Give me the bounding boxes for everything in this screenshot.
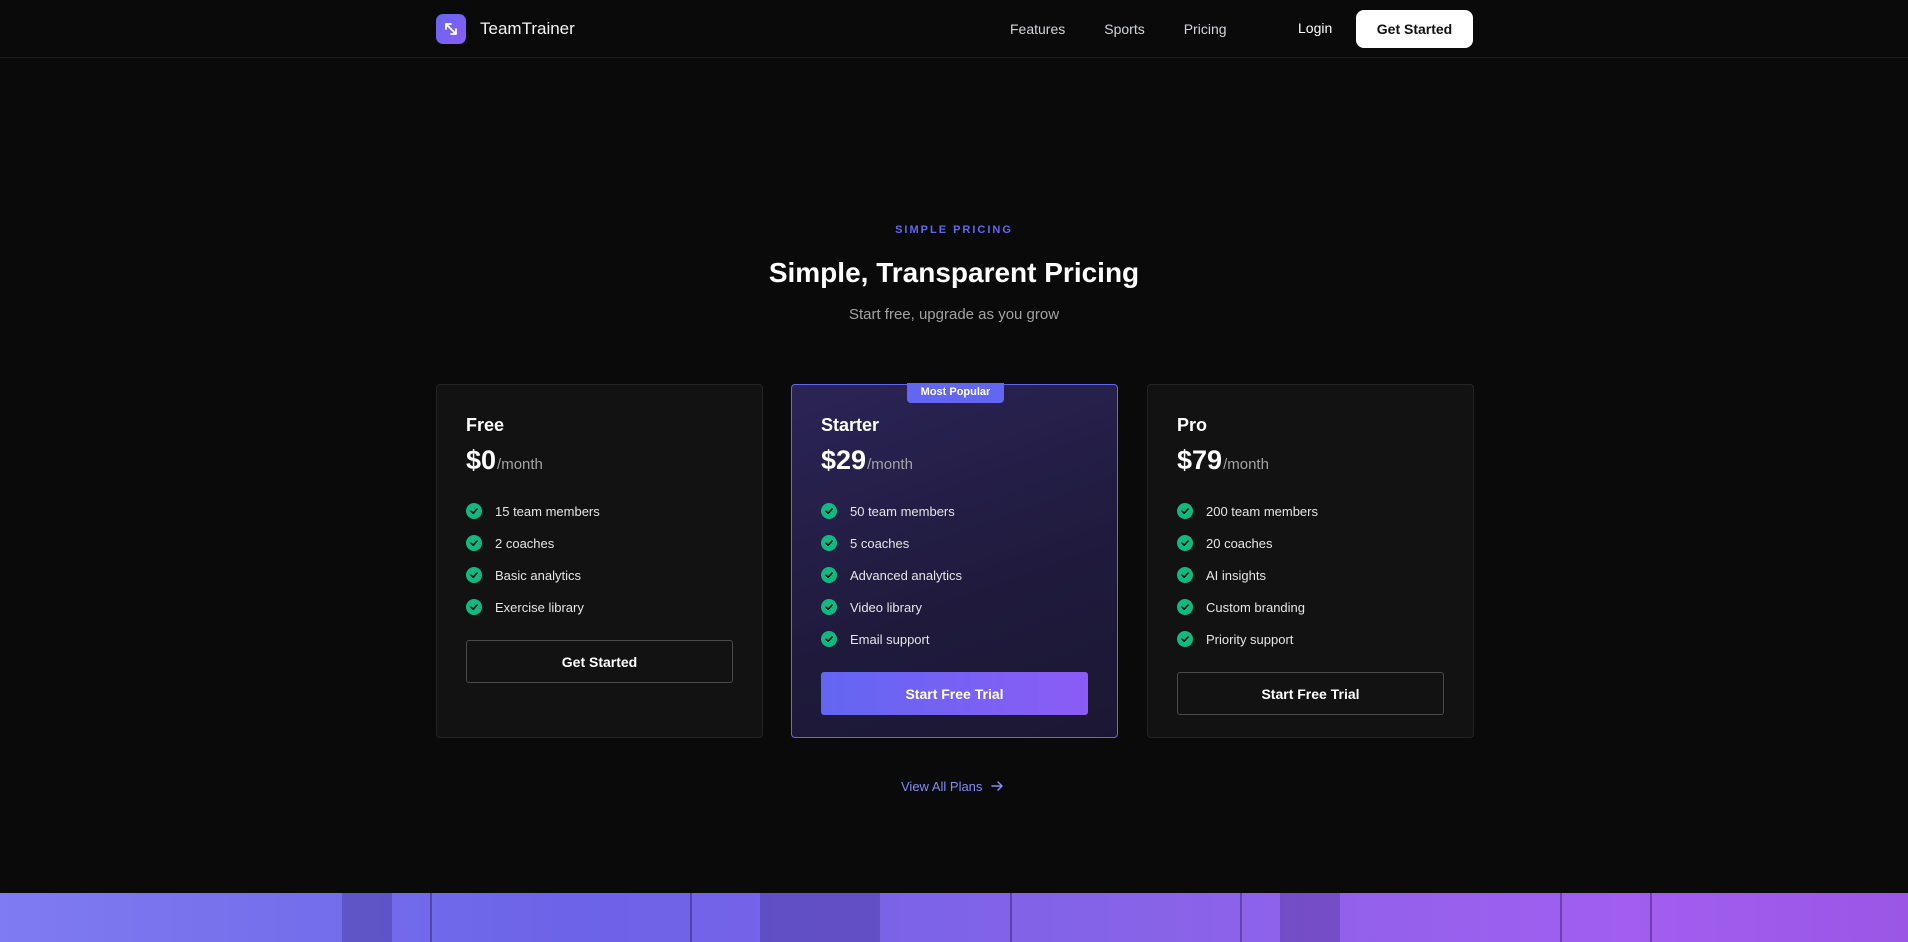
expand-arrows-icon [436, 14, 466, 44]
hero-image-band [0, 893, 1908, 942]
check-circle-icon [1177, 503, 1193, 519]
check-circle-icon [1177, 599, 1193, 615]
feature-list: 15 team members 2 coaches Basic analytic… [466, 495, 736, 623]
price-amount: $29 [821, 445, 867, 475]
feature-item: 5 coaches [821, 527, 1091, 559]
starter-start-trial-button[interactable]: Start Free Trial [821, 672, 1088, 715]
check-circle-icon [821, 631, 837, 647]
get-started-button[interactable]: Get Started [1356, 10, 1473, 48]
pricing-page: TeamTrainer Features Sports Pricing Logi… [0, 0, 1908, 942]
check-circle-icon [821, 503, 837, 519]
pro-start-trial-button[interactable]: Start Free Trial [1177, 672, 1444, 715]
price-amount: $79 [1177, 445, 1223, 475]
feature-text: Advanced analytics [850, 567, 963, 583]
feature-text: AI insights [1206, 567, 1266, 583]
check-circle-icon [466, 599, 482, 615]
nav-links: Features Sports Pricing [1010, 0, 1266, 58]
check-circle-icon [1177, 567, 1193, 583]
brand[interactable]: TeamTrainer [436, 14, 575, 44]
feature-item: 20 coaches [1177, 527, 1447, 559]
login-link[interactable]: Login [1298, 20, 1332, 36]
plan-name: Starter [821, 415, 880, 435]
feature-item: Custom branding [1177, 591, 1447, 623]
band-line [690, 893, 692, 942]
top-navbar: TeamTrainer Features Sports Pricing Logi… [0, 0, 1908, 58]
feature-item: Priority support [1177, 623, 1447, 655]
feature-item: 200 team members [1177, 495, 1447, 527]
check-circle-icon [466, 503, 482, 519]
feature-item: Basic analytics [466, 559, 736, 591]
pricing-card-pro: Pro $79 /month 200 team members 20 coach… [1147, 384, 1474, 738]
feature-text: 200 team members [1206, 503, 1318, 519]
feature-list: 200 team members 20 coaches AI insights … [1177, 495, 1447, 655]
check-circle-icon [821, 567, 837, 583]
brand-name: TeamTrainer [480, 19, 575, 38]
feature-text: 15 team members [495, 503, 600, 519]
price-period: /month [1223, 456, 1269, 473]
feature-item: Exercise library [466, 591, 736, 623]
feature-text: Email support [850, 631, 930, 647]
feature-item: Advanced analytics [821, 559, 1091, 591]
feature-text: 5 coaches [850, 535, 910, 551]
band-line [1560, 893, 1562, 942]
feature-text: Video library [850, 599, 923, 615]
plan-price: $79 /month [1177, 445, 1269, 476]
view-all-plans-text: View All Plans [901, 778, 983, 794]
check-circle-icon [466, 567, 482, 583]
feature-text: Exercise library [495, 599, 584, 615]
arrow-right-icon [990, 779, 1004, 793]
price-period: /month [497, 456, 543, 473]
free-get-started-button[interactable]: Get Started [466, 640, 733, 683]
feature-text: 50 team members [850, 503, 955, 519]
check-circle-icon [821, 535, 837, 551]
band-shadow [1280, 893, 1340, 942]
section-eyebrow: SIMPLE PRICING [895, 224, 1013, 236]
band-shadow [342, 893, 392, 942]
band-line [1650, 893, 1652, 942]
nav-link-sports[interactable]: Sports [1104, 21, 1144, 37]
band-line [430, 893, 432, 942]
band-line [1010, 893, 1012, 942]
plan-price: $29 /month [821, 445, 913, 476]
view-all-plans-link[interactable]: View All Plans [901, 776, 1004, 796]
nav-link-features[interactable]: Features [1010, 21, 1065, 37]
check-circle-icon [821, 599, 837, 615]
feature-text: Custom branding [1206, 599, 1305, 615]
check-circle-icon [1177, 631, 1193, 647]
plan-name: Free [466, 415, 505, 435]
feature-text: 2 coaches [495, 535, 555, 551]
feature-item: AI insights [1177, 559, 1447, 591]
navbar-container: TeamTrainer Features Sports Pricing Logi… [436, 0, 1473, 58]
price-amount: $0 [466, 445, 497, 475]
price-period: /month [867, 456, 913, 473]
feature-item: 15 team members [466, 495, 736, 527]
section-subtitle: Start free, upgrade as you grow [848, 306, 1060, 323]
feature-text: 20 coaches [1206, 535, 1273, 551]
section-title: Simple, Transparent Pricing [768, 257, 1140, 288]
feature-item: 50 team members [821, 495, 1091, 527]
feature-text: Priority support [1206, 631, 1294, 647]
check-circle-icon [1177, 535, 1193, 551]
plan-price: $0 /month [466, 445, 543, 476]
pricing-card-starter: Most Popular Starter $29 /month 50 team … [791, 383, 1118, 738]
feature-item: Video library [821, 591, 1091, 623]
check-circle-icon [466, 535, 482, 551]
band-shadow [760, 893, 880, 942]
band-line [1240, 893, 1242, 942]
feature-item: Email support [821, 623, 1091, 655]
feature-item: 2 coaches [466, 527, 736, 559]
pricing-card-free: Free $0 /month 15 team members 2 coaches… [436, 384, 763, 738]
nav-link-pricing[interactable]: Pricing [1184, 21, 1227, 37]
most-popular-badge: Most Popular [907, 383, 1004, 403]
plan-name: Pro [1177, 415, 1208, 435]
feature-list: 50 team members 5 coaches Advanced analy… [821, 495, 1091, 655]
feature-text: Basic analytics [495, 567, 581, 583]
